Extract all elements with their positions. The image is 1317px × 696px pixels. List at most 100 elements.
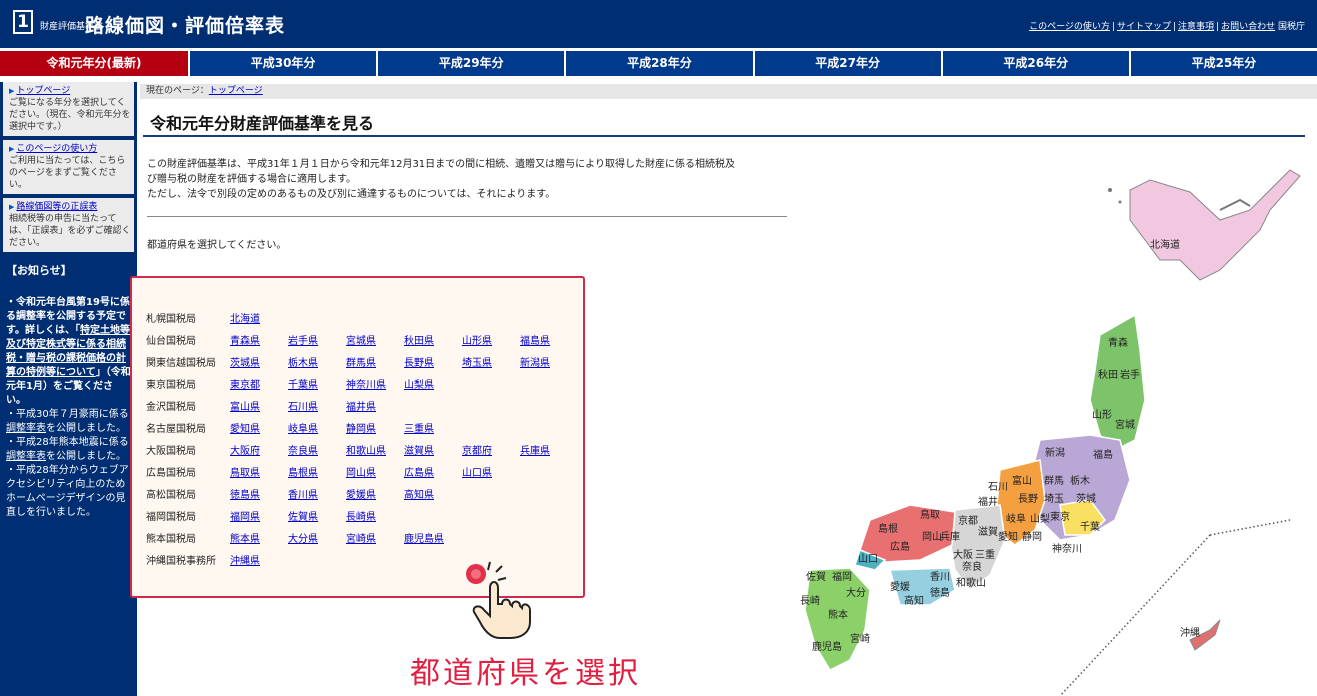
- sidebar-item-top: ▶ トップページ ご覧になる年分を選択してください。（現在、令和元年分を選択中です…: [3, 82, 134, 136]
- sidebar: ▶ トップページ ご覧になる年分を選択してください。（現在、令和元年分を選択中です…: [0, 82, 137, 696]
- prefecture-link[interactable]: 長崎県: [346, 512, 376, 523]
- prefecture-link[interactable]: 石川県: [288, 402, 318, 413]
- bureau-row: 札幌国税局 北海道: [146, 306, 578, 328]
- breadcrumb-link-top[interactable]: トップページ: [209, 86, 263, 96]
- map-label-hokkaido: 北海道: [1150, 238, 1180, 251]
- map-label-miyagi: 宮城: [1115, 418, 1135, 431]
- tab-h29[interactable]: 平成29年分: [378, 51, 567, 76]
- header-link-sitemap[interactable]: サイトマップ: [1117, 22, 1171, 32]
- map-label-kanagawa: 神奈川: [1052, 542, 1082, 555]
- header-link-howto[interactable]: このページの使い方: [1029, 22, 1110, 32]
- site-title[interactable]: 路線価図・評価倍率表: [85, 11, 285, 38]
- prefecture-link[interactable]: 岐阜県: [288, 424, 318, 435]
- prefecture-link[interactable]: 埼玉県: [462, 358, 492, 369]
- bureau-name: 関東信越国税局: [146, 357, 216, 369]
- tab-r01[interactable]: 令和元年分(最新): [0, 51, 190, 76]
- breadcrumb-prefix: 現在のページ：: [146, 86, 209, 96]
- map-label-toyama: 富山: [1012, 474, 1032, 487]
- prefecture-link[interactable]: 東京都: [230, 380, 260, 391]
- map-label-yamanashi: 山梨: [1030, 512, 1050, 525]
- prefecture-link[interactable]: 島根県: [288, 468, 318, 479]
- map-region-hokkaido[interactable]: [1129, 169, 1301, 281]
- prefecture-link[interactable]: 宮崎県: [346, 534, 376, 545]
- map-label-shiga: 滋賀: [978, 525, 998, 538]
- pointing-hand-icon: [466, 561, 531, 639]
- header-link-contact[interactable]: お問い合わせ: [1221, 22, 1275, 32]
- prefecture-link[interactable]: 岡山県: [346, 468, 376, 479]
- prefecture-link[interactable]: 三重県: [404, 424, 434, 435]
- agency-name[interactable]: 国税庁: [1278, 22, 1305, 32]
- triangle-bullet-icon: ▶: [9, 87, 15, 95]
- bureau-row: 熊本国税局 熊本県 大分県 宮崎県 鹿児島県: [146, 526, 578, 548]
- sidebar-text-howto: ご利用に当たっては、こちらのページをまずご覧ください。: [9, 156, 126, 190]
- prefecture-link[interactable]: 秋田県: [404, 336, 434, 347]
- prefecture-link[interactable]: 愛知県: [230, 424, 260, 435]
- prefecture-link[interactable]: 香川県: [288, 490, 318, 501]
- map-label-mie: 三重: [975, 548, 995, 561]
- prefecture-link[interactable]: 奈良県: [288, 446, 318, 457]
- prefecture-link[interactable]: 和歌山県: [346, 446, 386, 457]
- prefecture-link[interactable]: 鹿児島県: [404, 534, 444, 545]
- prefecture-link[interactable]: 高知県: [404, 490, 434, 501]
- prefecture-link[interactable]: 滋賀県: [404, 446, 434, 457]
- prefecture-link[interactable]: 佐賀県: [288, 512, 318, 523]
- prefecture-link[interactable]: 京都府: [462, 446, 492, 457]
- prefecture-link[interactable]: 静岡県: [346, 424, 376, 435]
- prefecture-link[interactable]: 群馬県: [346, 358, 376, 369]
- prefecture-link[interactable]: 栃木県: [288, 358, 318, 369]
- prefecture-link[interactable]: 大分県: [288, 534, 318, 545]
- prefecture-link[interactable]: 北海道: [230, 314, 260, 325]
- bureau-name: 沖縄国税事務所: [146, 555, 216, 567]
- prefecture-link[interactable]: 大阪府: [230, 446, 260, 457]
- prefecture-link[interactable]: 山口県: [462, 468, 492, 479]
- prefecture-link[interactable]: 岩手県: [288, 336, 318, 347]
- prefecture-link[interactable]: 徳島県: [230, 490, 260, 501]
- sidebar-link-top[interactable]: トップページ: [16, 86, 70, 96]
- prefecture-link[interactable]: 富山県: [230, 402, 260, 413]
- prefecture-link[interactable]: 沖縄県: [230, 556, 260, 567]
- map-label-kagawa: 香川: [930, 571, 950, 583]
- map-label-shimane: 島根: [878, 522, 898, 535]
- notice-2-text-end: を公開しました。: [46, 423, 126, 434]
- sidebar-link-errata[interactable]: 路線価図等の正誤表: [16, 202, 97, 212]
- notice-2-link[interactable]: 調整率表: [6, 423, 46, 434]
- prefecture-link[interactable]: 鳥取県: [230, 468, 260, 479]
- prefecture-link[interactable]: 山梨県: [404, 380, 434, 391]
- tab-h26[interactable]: 平成26年分: [942, 51, 1131, 76]
- prefecture-link[interactable]: 神奈川県: [346, 380, 386, 391]
- prefecture-link[interactable]: 福岡県: [230, 512, 260, 523]
- prefecture-link[interactable]: 青森県: [230, 336, 260, 347]
- sidebar-link-howto[interactable]: このページの使い方: [16, 144, 97, 154]
- prefecture-link[interactable]: 新潟県: [520, 358, 550, 369]
- prefecture-link[interactable]: 福井県: [346, 402, 376, 413]
- header-link-notes[interactable]: 注意事項: [1178, 22, 1214, 32]
- bureau-row: 東京国税局 東京都 千葉県 神奈川県 山梨県: [146, 372, 578, 394]
- prefecture-link[interactable]: 福島県: [520, 336, 550, 347]
- bureau-row: 金沢国税局 富山県 石川県 福井県: [146, 394, 578, 416]
- bureau-name: 金沢国税局: [146, 401, 196, 413]
- prefecture-link[interactable]: 熊本県: [230, 534, 260, 545]
- tab-h25[interactable]: 平成25年分: [1130, 51, 1317, 76]
- map-label-niigata: 新潟: [1045, 446, 1065, 459]
- prefecture-link[interactable]: 千葉県: [288, 380, 318, 391]
- map-label-aichi: 愛知: [998, 530, 1018, 543]
- map-label-hyogo: 兵庫: [940, 530, 960, 543]
- notice-4-text: ・平成28年分からウェブアクセシビリティ向上のためホームページデザインの見直しを…: [6, 465, 129, 518]
- prefecture-link[interactable]: 茨城県: [230, 358, 260, 369]
- map-label-gunma: 群馬: [1044, 474, 1064, 487]
- notice-3-link[interactable]: 調整率表: [6, 451, 46, 462]
- prefecture-link[interactable]: 長野県: [404, 358, 434, 369]
- triangle-bullet-icon: ▶: [9, 203, 15, 211]
- prefecture-link[interactable]: 愛媛県: [346, 490, 376, 501]
- triangle-bullet-icon: ▶: [9, 145, 15, 153]
- prefecture-link[interactable]: 兵庫県: [520, 446, 550, 457]
- prefecture-link[interactable]: 山形県: [462, 336, 492, 347]
- tab-h30[interactable]: 平成30年分: [190, 51, 379, 76]
- prefecture-link[interactable]: 宮城県: [346, 336, 376, 347]
- tab-h28[interactable]: 平成28年分: [566, 51, 755, 76]
- map-label-ehime: 愛媛: [890, 580, 910, 593]
- prefecture-table: 札幌国税局 北海道 仙台国税局 青森県 岩手県 宮城県 秋田県 山形県 福島県 関東信越国税局 茨城…: [146, 306, 578, 570]
- tab-h27[interactable]: 平成27年分: [754, 51, 943, 76]
- prefecture-link[interactable]: 広島県: [404, 468, 434, 479]
- sidebar-item-howto: ▶ このページの使い方 ご利用に当たっては、こちらのページをまずご覧ください。: [3, 140, 134, 194]
